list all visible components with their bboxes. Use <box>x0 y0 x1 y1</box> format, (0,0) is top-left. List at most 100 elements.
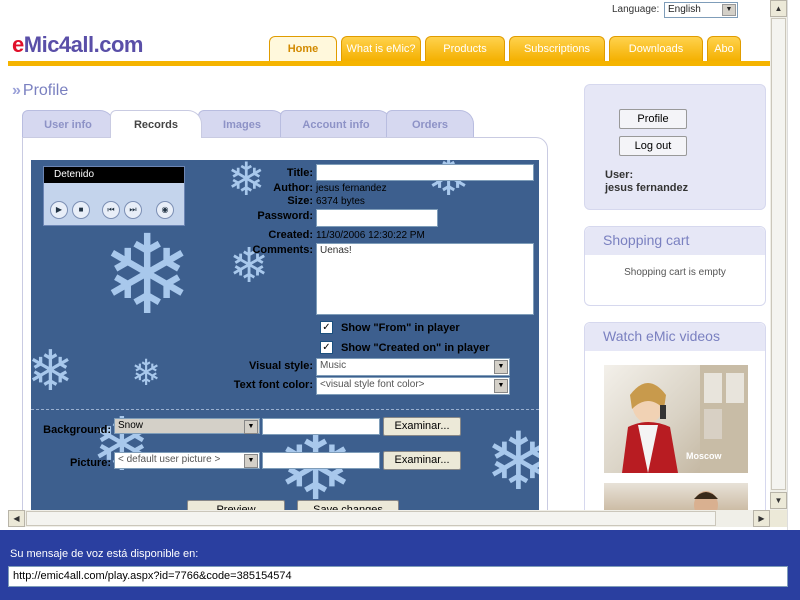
horizontal-scroll-thumb[interactable] <box>26 511 716 526</box>
video-caption: Moscow <box>686 451 723 461</box>
user-label: User: <box>605 169 634 181</box>
window-edge <box>787 0 800 530</box>
tab-records[interactable]: Records <box>110 110 202 138</box>
language-label: Language: <box>612 4 660 15</box>
vertical-scroll-thumb[interactable] <box>771 18 786 490</box>
created-label: Created: <box>268 229 313 241</box>
double-chevron-icon: » <box>12 82 21 99</box>
page-title: » Profile <box>12 82 69 99</box>
videos-title: Watch eMic videos <box>585 323 765 351</box>
horizontal-scrollbar[interactable]: ◀ ▶ <box>8 510 770 527</box>
site-logo[interactable]: eMic4all.com <box>12 32 143 58</box>
visual-style-label: Visual style: <box>249 360 313 372</box>
nav-tab-subscriptions[interactable]: Subscriptions <box>509 36 605 61</box>
visual-style-select[interactable]: Music ▼ <box>316 358 510 376</box>
size-value: 6374 bytes <box>316 196 365 207</box>
chevron-down-icon: ▼ <box>244 454 258 468</box>
picture-value: < default user picture > <box>118 454 221 465</box>
video-thumbnail[interactable] <box>604 483 748 510</box>
language-value: English <box>668 4 701 15</box>
stop-icon[interactable]: ■ <box>72 201 90 219</box>
background-select[interactable]: Snow ▼ <box>114 418 260 434</box>
font-color-select[interactable]: <visual style font color> ▼ <box>316 377 510 395</box>
created-value: 11/30/2006 12:30:22 PM <box>316 230 425 241</box>
visual-style-value: Music <box>320 360 347 371</box>
page-viewport: Language: English ▼ eMic4all.com Home Wh… <box>8 0 770 510</box>
media-player: Detenido ▶ ■ ⏮ ⏭ ◉ <box>43 166 185 226</box>
video-thumbnail[interactable]: Moscow <box>604 365 748 473</box>
user-name: jesus fernandez <box>605 182 689 194</box>
nav-tab-home[interactable]: Home <box>269 36 337 61</box>
background-file-input[interactable] <box>262 418 380 435</box>
profile-button[interactable]: Profile <box>619 109 687 129</box>
show-from-label: Show "From" in player <box>341 322 460 334</box>
tab-orders[interactable]: Orders <box>386 110 474 138</box>
player-status: Detenido <box>44 167 184 183</box>
preview-button[interactable]: Preview <box>187 500 285 510</box>
main-nav: Home What is eMic? Products Subscription… <box>269 36 741 61</box>
show-from-checkbox[interactable]: ✓ <box>320 321 333 334</box>
vertical-scrollbar[interactable]: ▲ ▼ <box>770 0 787 510</box>
title-label: Title: <box>286 167 313 179</box>
profile-box: Profile Log out User: jesus fernandez <box>584 84 766 210</box>
chevron-down-icon: ▼ <box>494 379 508 393</box>
snowflake-icon: ❄ <box>485 415 539 508</box>
video-thumbnail-image: Moscow <box>622 365 748 473</box>
author-value: jesus fernandez <box>316 183 387 194</box>
header-divider <box>8 61 770 66</box>
password-label: Password: <box>257 210 313 222</box>
title-input[interactable] <box>316 164 534 181</box>
save-changes-button[interactable]: Save changes <box>297 500 399 510</box>
scroll-corner <box>770 510 787 527</box>
comments-textarea[interactable]: Uenas! <box>316 243 534 315</box>
language-select[interactable]: English ▼ <box>664 2 738 18</box>
comments-label: Comments: <box>252 244 313 256</box>
chevron-down-icon: ▼ <box>244 420 258 434</box>
nav-tab-downloads[interactable]: Downloads <box>609 36 703 61</box>
tab-user-info[interactable]: User info <box>22 110 114 138</box>
scroll-up-icon[interactable]: ▲ <box>770 0 787 17</box>
picture-select[interactable]: < default user picture > ▼ <box>114 452 260 469</box>
volume-icon[interactable]: ◉ <box>156 201 174 219</box>
chevron-down-icon: ▼ <box>494 360 508 374</box>
background-label: Background: <box>43 424 111 436</box>
font-color-value: <visual style font color> <box>320 379 425 390</box>
snowflake-icon: ❄ <box>131 353 162 394</box>
shopping-cart-box: Shopping cart Shopping cart is empty <box>584 226 766 306</box>
play-icon[interactable]: ▶ <box>50 201 68 219</box>
record-editor: ❄ ❄ ❄ ❄ ❄ ❄ ❄ ❄ ❄ Detenido ▶ ■ ⏮ ⏭ ◉ Tit… <box>31 160 539 510</box>
show-created-checkbox[interactable]: ✓ <box>320 341 333 354</box>
next-icon[interactable]: ⏭ <box>124 201 142 219</box>
password-input[interactable] <box>316 209 438 227</box>
prev-icon[interactable]: ⏮ <box>102 201 120 219</box>
font-color-label: Text font color: <box>233 379 313 391</box>
picture-file-input[interactable] <box>262 452 380 469</box>
scroll-right-icon[interactable]: ▶ <box>753 510 770 527</box>
nav-tab-what-is-emic[interactable]: What is eMic? <box>341 36 421 61</box>
cart-title: Shopping cart <box>585 227 765 255</box>
snowflake-icon: ❄ <box>31 339 74 404</box>
nav-tab-about[interactable]: Abo <box>707 36 741 61</box>
background-browse-button[interactable]: Examinar... <box>383 417 461 436</box>
nav-tab-products[interactable]: Products <box>425 36 505 61</box>
voice-message-label: Su mensaje de voz está disponible en: <box>10 548 199 560</box>
browser-window: Language: English ▼ eMic4all.com Home Wh… <box>0 0 800 530</box>
tab-account-info[interactable]: Account info <box>280 110 392 138</box>
videos-box: Watch eMic videos Moscow <box>584 322 766 510</box>
background-value: Snow <box>118 420 144 431</box>
size-label: Size: <box>287 195 313 207</box>
scroll-down-icon[interactable]: ▼ <box>770 492 787 509</box>
show-created-label: Show "Created on" in player <box>341 342 490 354</box>
comments-value: Uenas! <box>320 245 352 256</box>
author-label: Author: <box>273 182 313 194</box>
tab-images[interactable]: Images <box>198 110 286 138</box>
scroll-left-icon[interactable]: ◀ <box>8 510 25 527</box>
snowflake-icon: ❄ <box>101 211 194 339</box>
logout-button[interactable]: Log out <box>619 136 687 156</box>
message-url-field[interactable]: http://emic4all.com/play.aspx?id=7766&co… <box>8 566 788 587</box>
section-divider <box>31 409 539 410</box>
chevron-down-icon: ▼ <box>722 4 736 16</box>
picture-label: Picture: <box>70 457 111 469</box>
picture-browse-button[interactable]: Examinar... <box>383 451 461 470</box>
cart-empty-text: Shopping cart is empty <box>624 267 726 278</box>
